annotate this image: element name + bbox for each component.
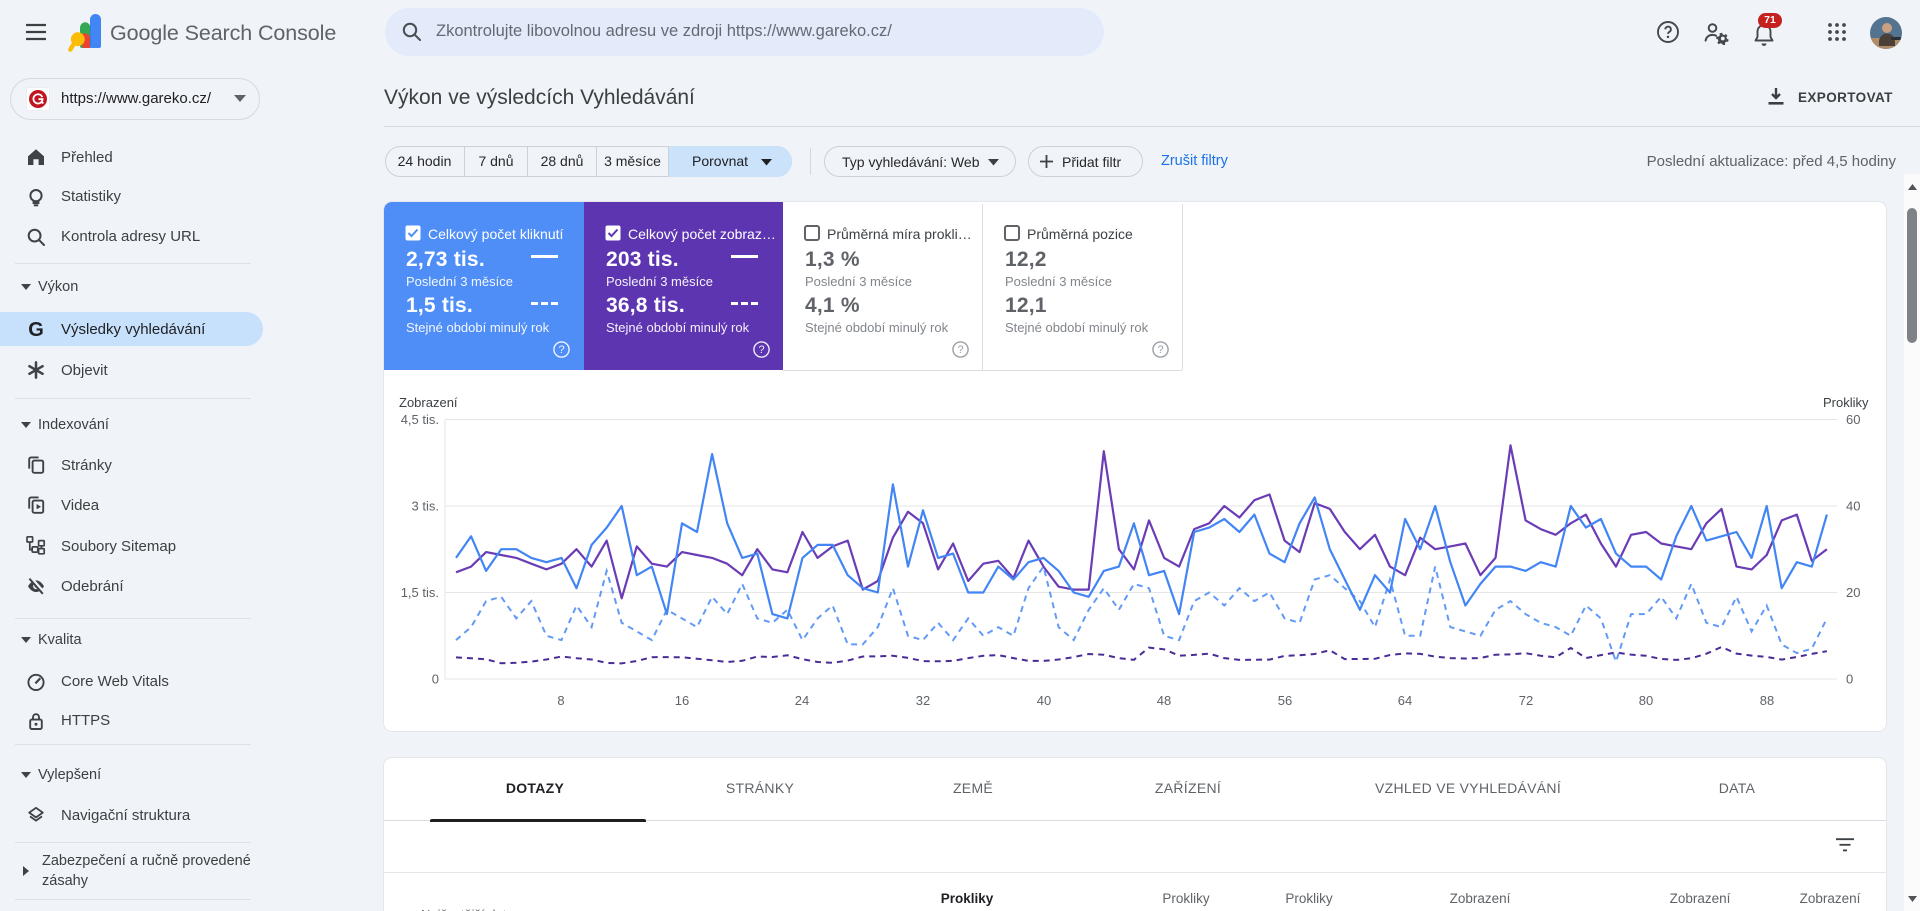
svg-text:40: 40 — [1846, 499, 1860, 514]
svg-text:60: 60 — [1846, 412, 1860, 427]
svg-text:64: 64 — [1398, 693, 1412, 708]
svg-text:Zobrazení: Zobrazení — [399, 395, 458, 410]
svg-text:20: 20 — [1846, 585, 1860, 600]
svg-text:0: 0 — [432, 672, 439, 687]
svg-text:Prokliky: Prokliky — [1823, 395, 1869, 410]
svg-text:G: G — [28, 319, 44, 339]
svg-text:56: 56 — [1278, 693, 1292, 708]
svg-text:40: 40 — [1037, 693, 1051, 708]
svg-text:3 tis.: 3 tis. — [412, 499, 439, 514]
svg-text:32: 32 — [916, 693, 930, 708]
svg-text:4,5 tis.: 4,5 tis. — [401, 412, 439, 427]
svg-text:88: 88 — [1760, 693, 1774, 708]
svg-text:1,5 tis.: 1,5 tis. — [401, 585, 439, 600]
svg-text:8: 8 — [557, 693, 564, 708]
svg-text:0: 0 — [1846, 672, 1853, 687]
svg-text:80: 80 — [1639, 693, 1653, 708]
svg-text:24: 24 — [795, 693, 809, 708]
svg-text:16: 16 — [675, 693, 689, 708]
svg-text:48: 48 — [1157, 693, 1171, 708]
svg-text:72: 72 — [1519, 693, 1533, 708]
